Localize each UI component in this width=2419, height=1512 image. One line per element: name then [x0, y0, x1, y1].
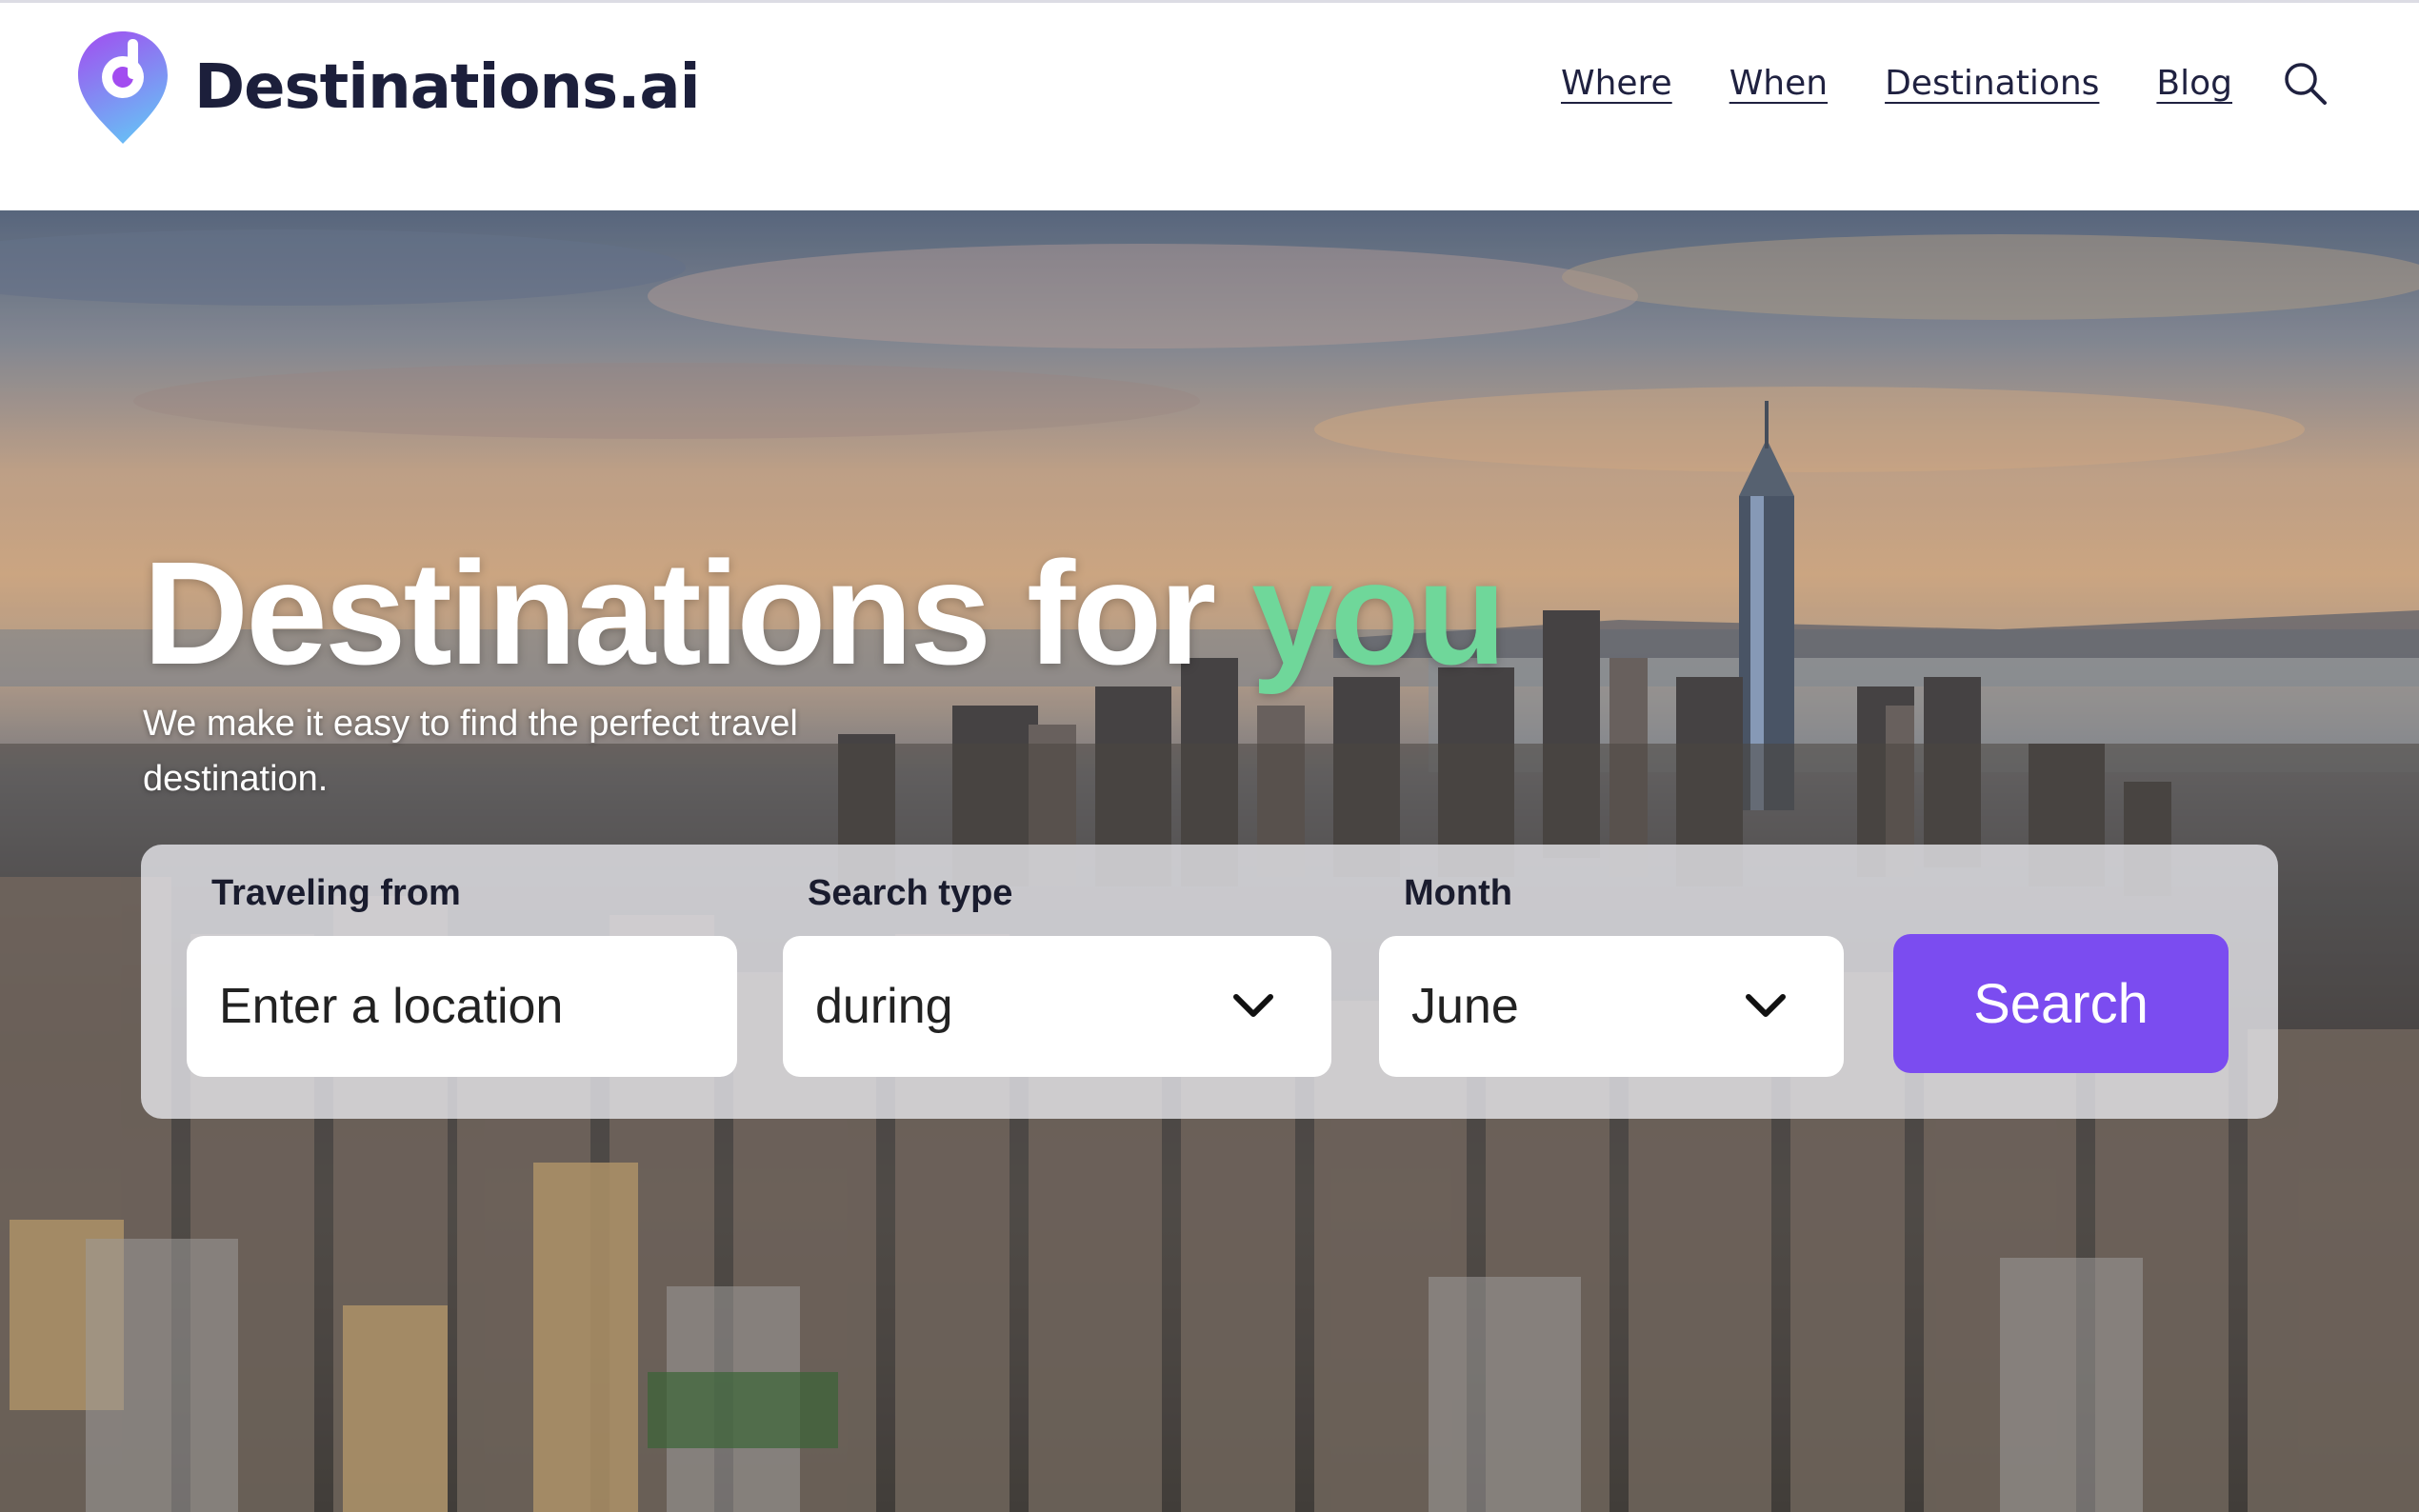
hero-subtitle: We make it easy to find the perfect trav… — [143, 704, 798, 799]
search-type-select[interactable]: during — [783, 936, 1331, 1077]
hero-title: Destinations for you — [143, 529, 1507, 698]
nav-when-link[interactable]: When — [1729, 64, 1828, 103]
search-type-label: Search type — [808, 873, 1013, 913]
location-pin-logo-icon — [78, 31, 168, 144]
main-nav: Where When Destinations Blog — [1504, 56, 2331, 109]
chevron-down-icon — [1746, 994, 1786, 1017]
month-label: Month — [1404, 873, 1512, 913]
nav-blog-link[interactable]: Blog — [2156, 64, 2232, 103]
location-input[interactable]: Enter a location — [187, 936, 737, 1077]
hero-section: Destinations for you We make it easy to … — [0, 210, 2419, 1512]
hero-title-main: Destinations for — [143, 531, 1216, 695]
month-field: Month June — [1379, 873, 1844, 1077]
search-type-value: during — [815, 979, 953, 1034]
search-icon[interactable] — [2278, 56, 2331, 109]
chevron-down-icon — [1233, 994, 1273, 1017]
nav-where-link[interactable]: Where — [1561, 64, 1672, 103]
nav-destinations-link[interactable]: Destinations — [1885, 64, 2099, 103]
search-button[interactable]: Search — [1893, 934, 2229, 1073]
location-input-placeholder: Enter a location — [219, 979, 564, 1034]
search-panel: Traveling from Enter a location Search t… — [141, 845, 2278, 1119]
site-header: Destinations.ai Where When Destinations … — [0, 3, 2419, 210]
traveling-from-field: Traveling from Enter a location — [187, 873, 737, 1077]
hero-title-accent: you — [1251, 531, 1507, 695]
month-select[interactable]: June — [1379, 936, 1844, 1077]
logo-link[interactable]: Destinations.ai — [74, 26, 700, 149]
traveling-from-label: Traveling from — [211, 873, 461, 913]
brand-name: Destinations.ai — [194, 52, 700, 123]
search-type-field: Search type during — [783, 873, 1331, 1077]
month-value: June — [1411, 979, 1519, 1034]
